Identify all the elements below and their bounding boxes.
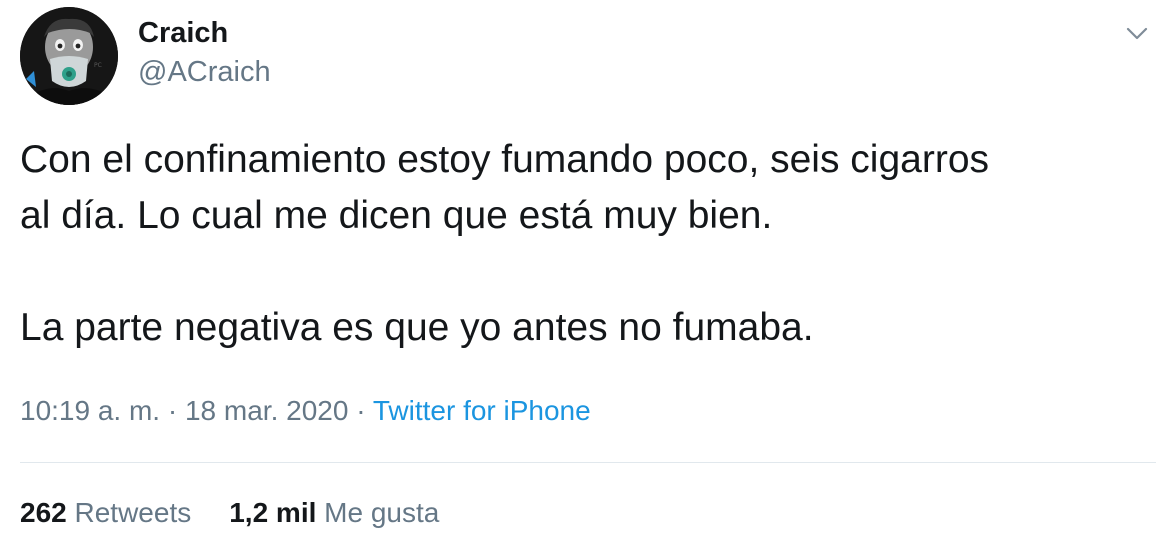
avatar[interactable]: PC (20, 7, 118, 105)
tweet-source-link[interactable]: Twitter for iPhone (373, 395, 591, 426)
chevron-down-icon[interactable] (1122, 18, 1152, 48)
tweet-text: Con el confinamiento estoy fumando poco,… (20, 132, 1150, 356)
retweets-count: 262 (20, 497, 67, 528)
tweet-card: PC Craich @ACraich Con el confinamiento … (0, 0, 1166, 556)
tweet-stats: 262 Retweets 1,2 mil Me gusta (20, 497, 439, 529)
tweet-text-line: La parte negativa es que yo antes no fum… (20, 306, 814, 349)
meta-separator: · (356, 395, 366, 426)
display-name[interactable]: Craich (138, 17, 228, 50)
svg-text:PC: PC (94, 62, 102, 69)
divider (20, 462, 1156, 463)
likes-stat[interactable]: 1,2 mil Me gusta (229, 497, 439, 528)
meta-separator: · (167, 395, 178, 426)
tweet-date[interactable]: 18 mar. 2020 (185, 395, 348, 426)
user-handle[interactable]: @ACraich (138, 56, 271, 89)
likes-label: Me gusta (324, 497, 440, 528)
likes-count: 1,2 mil (229, 497, 317, 528)
avatar-image: PC (20, 7, 118, 105)
tweet-text-line: al día. Lo cual me dicen que está muy bi… (20, 194, 773, 237)
tweet-time[interactable]: 10:19 a. m. (20, 395, 160, 426)
tweet-text-line: Con el confinamiento estoy fumando poco,… (20, 138, 990, 181)
tweet-meta: 10:19 a. m. · 18 mar. 2020 · Twitter for… (20, 395, 591, 427)
retweets-label: Retweets (74, 497, 192, 528)
retweets-stat[interactable]: 262 Retweets (20, 497, 191, 528)
